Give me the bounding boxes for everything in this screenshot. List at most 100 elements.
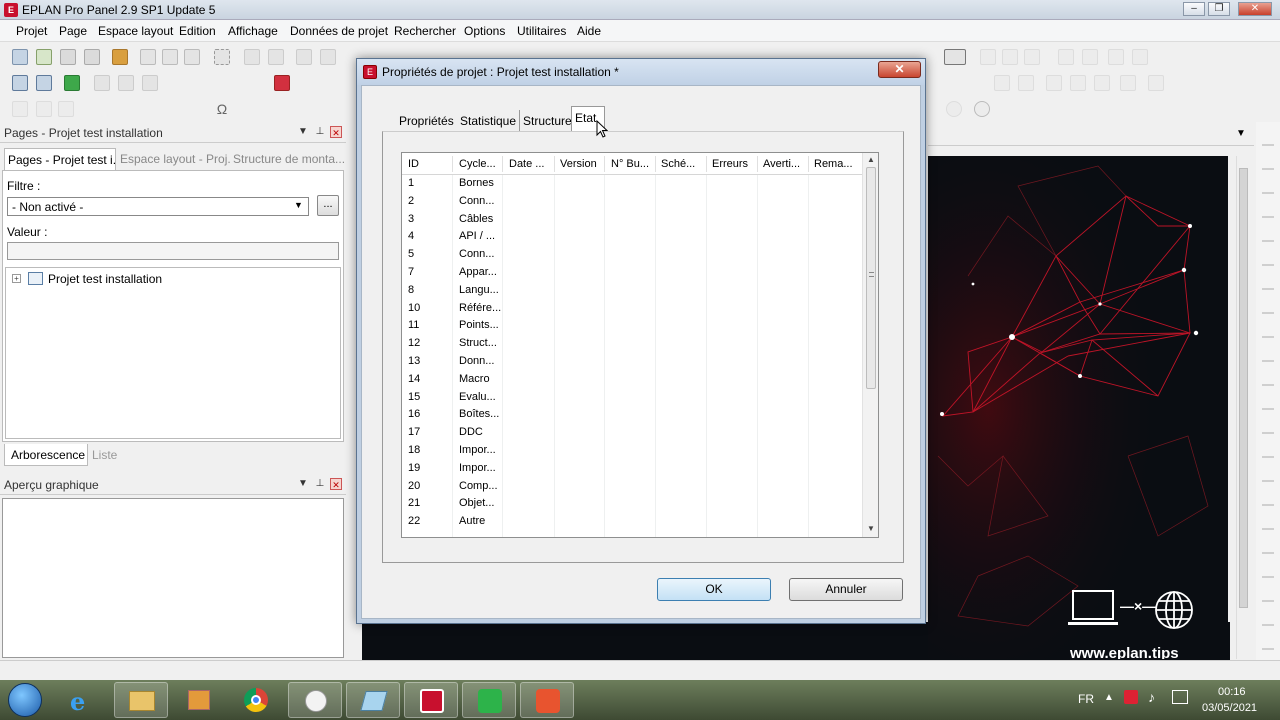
panel-dropdown-icon[interactable]: ▼ [297, 126, 309, 138]
chrome-icon[interactable] [230, 682, 284, 718]
ie-icon[interactable]: e [56, 682, 110, 718]
tool-icon-10[interactable] [1018, 75, 1034, 91]
col-date[interactable]: Date ... [509, 158, 544, 170]
panel-dropdown-icon[interactable]: ▼ [297, 478, 309, 490]
tab-structure-montage[interactable]: Structure de monta... [230, 148, 344, 170]
table-row[interactable]: 21 Objet... [402, 495, 862, 513]
tray-app-icon[interactable] [1124, 690, 1138, 704]
start-orb-icon[interactable] [8, 683, 42, 717]
open-project-icon[interactable] [36, 49, 52, 65]
dialog-close-button[interactable]: ✕ [878, 61, 921, 78]
table-row[interactable]: … [402, 532, 862, 537]
tab-arborescence[interactable]: Arborescence [4, 444, 88, 466]
table-row[interactable]: 12 Struct... [402, 335, 862, 353]
maximize-button[interactable]: ❐ [1208, 2, 1230, 16]
numbering-icon[interactable] [94, 75, 110, 91]
table-row[interactable]: 8 Langu... [402, 282, 862, 300]
undo-icon[interactable] [296, 49, 312, 65]
menu-donnees-projet[interactable]: Données de projet [290, 24, 388, 38]
workspace-scrollbar[interactable] [1236, 156, 1250, 659]
panel-close-icon[interactable]: ✕ [330, 126, 342, 138]
tab-statistique[interactable]: Statistique [457, 110, 521, 132]
menu-aide[interactable]: Aide [577, 24, 601, 38]
grid-scrollbar-thumb[interactable] [866, 167, 876, 389]
col-cycle[interactable]: Cycle... [459, 158, 496, 170]
pin-icon[interactable]: ⊥ [314, 126, 326, 138]
tab-pages[interactable]: Pages - Projet test i... [4, 148, 116, 170]
tool-icon-1[interactable] [244, 49, 260, 65]
table-row[interactable]: 15 Evalu... [402, 389, 862, 407]
camtasia-red-icon[interactable] [520, 682, 574, 718]
save-icon[interactable] [60, 49, 76, 65]
network-icon[interactable] [1172, 690, 1188, 704]
tool-icon-12[interactable] [1070, 75, 1086, 91]
tool-icon-6[interactable] [1058, 49, 1074, 65]
menu-page[interactable]: Page [59, 24, 87, 38]
explorer-icon[interactable] [114, 682, 168, 718]
copy-icon[interactable] [162, 49, 178, 65]
scrollbar-thumb[interactable] [1239, 168, 1248, 608]
ok-button[interactable]: OK [657, 578, 771, 601]
chevron-down-icon[interactable]: ▼ [1236, 128, 1246, 139]
menu-rechercher[interactable]: Rechercher [394, 24, 456, 38]
omega-icon[interactable]: Ω [214, 101, 230, 117]
menu-projet[interactable]: Projet [16, 24, 47, 38]
text-tool-icon[interactable] [1132, 49, 1148, 65]
print-icon[interactable] [84, 49, 100, 65]
table-row[interactable]: 7 Appar... [402, 264, 862, 282]
tools-icon[interactable] [112, 49, 128, 65]
tray-expand-icon[interactable]: ▲ [1104, 692, 1114, 703]
tool-icon-16[interactable] [12, 101, 28, 117]
menu-utilitaires[interactable]: Utilitaires [517, 24, 566, 38]
menu-espace-layout[interactable]: Espace layout [98, 24, 173, 38]
menu-affichage[interactable]: Affichage [228, 24, 278, 38]
clock-time[interactable]: 00:16 [1218, 686, 1246, 698]
table-row[interactable]: 17 DDC [402, 424, 862, 442]
filter-select[interactable]: - Non activé - ▼ [7, 197, 309, 216]
table-row[interactable]: 16 Boîtes... [402, 406, 862, 424]
pin-icon[interactable]: ⊥ [314, 478, 326, 490]
table-row[interactable]: 10 Référe... [402, 300, 862, 318]
table-row[interactable]: 18 Impor... [402, 442, 862, 460]
redo-icon[interactable] [320, 49, 336, 65]
cut-icon[interactable] [140, 49, 156, 65]
tool-icon-2[interactable] [268, 49, 284, 65]
red-tool-icon[interactable] [274, 75, 290, 91]
panel-close-icon[interactable]: ✕ [330, 478, 342, 490]
tool-icon-4[interactable] [1002, 49, 1018, 65]
sort-icon[interactable] [118, 75, 134, 91]
menu-edition[interactable]: Edition [179, 24, 216, 38]
refresh-icon[interactable] [974, 101, 990, 117]
camtasia-green-icon[interactable] [462, 682, 516, 718]
tool-icon-15[interactable] [1148, 75, 1164, 91]
view-toggle-icon[interactable] [944, 49, 966, 65]
tool-icon-14[interactable] [1120, 75, 1136, 91]
paste-icon[interactable] [184, 49, 200, 65]
tab-proprietes[interactable]: Propriétés [396, 110, 458, 132]
page-icon[interactable] [12, 75, 28, 91]
col-erreurs[interactable]: Erreurs [712, 158, 748, 170]
col-schema[interactable]: Sché... [661, 158, 695, 170]
add-green-icon[interactable] [64, 75, 80, 91]
select-icon[interactable] [214, 49, 230, 65]
grid-scrollbar[interactable]: ▲ ▼ [862, 153, 878, 537]
new-project-icon[interactable] [12, 49, 28, 65]
tool-icon-5[interactable] [1024, 49, 1040, 65]
table-row[interactable]: 14 Macro [402, 371, 862, 389]
tab-structure[interactable]: Structure [520, 110, 576, 132]
cancel-button[interactable]: Annuler [789, 578, 903, 601]
tool-icon-17[interactable] [36, 101, 52, 117]
table-row[interactable]: 19 Impor... [402, 460, 862, 478]
sort-desc-icon[interactable] [142, 75, 158, 91]
app-icon[interactable] [346, 682, 400, 718]
filter-more-button[interactable]: ... [317, 195, 339, 216]
volume-icon[interactable]: ♪ [1148, 689, 1155, 705]
expand-icon[interactable]: + [12, 274, 21, 283]
col-no-bu[interactable]: N° Bu... [611, 158, 649, 170]
tool-icon-9[interactable] [994, 75, 1010, 91]
tool-icon-7[interactable] [1082, 49, 1098, 65]
col-avertissements[interactable]: Averti... [763, 158, 800, 170]
col-remarques[interactable]: Rema... [814, 158, 853, 170]
minimize-button[interactable]: – [1183, 2, 1205, 16]
col-version[interactable]: Version [560, 158, 597, 170]
